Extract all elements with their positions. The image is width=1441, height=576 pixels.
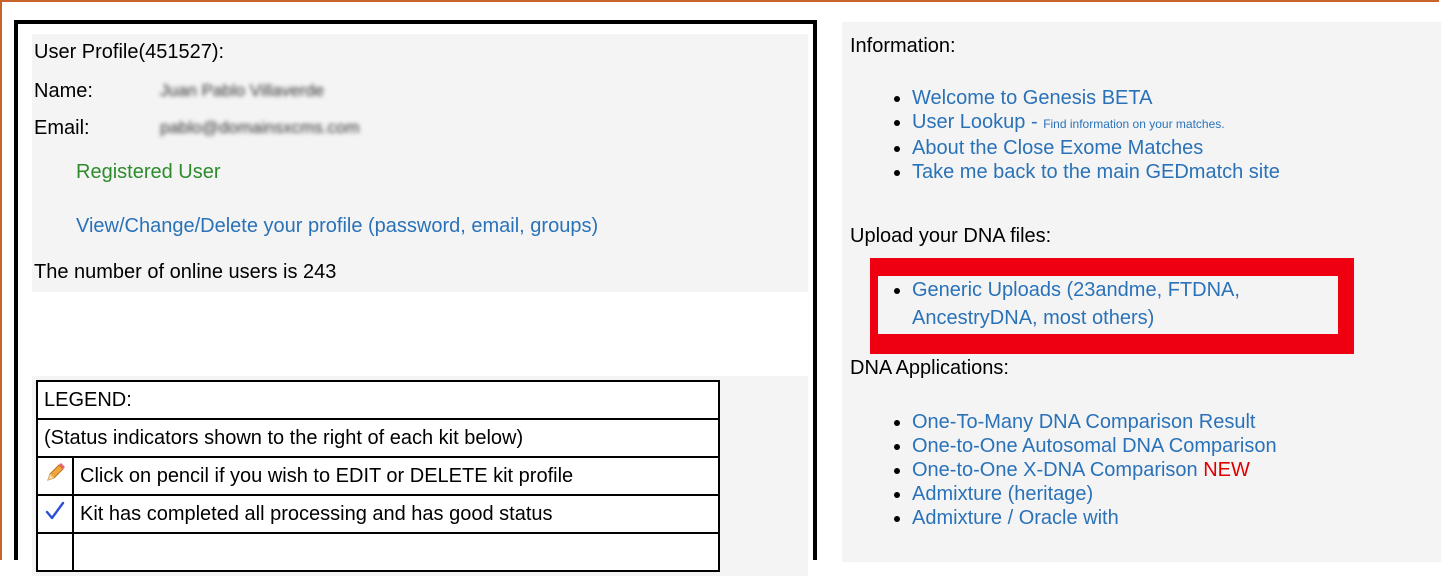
list-item: One-to-One X-DNA Comparison NEW	[894, 458, 1277, 482]
online-users-count: The number of online users is 243	[34, 261, 337, 283]
legend-icon-cell	[36, 494, 74, 534]
menu-panel: Information: Welcome to Genesis BETA Use…	[842, 22, 1441, 562]
checkmark-icon	[45, 501, 65, 520]
new-badge: NEW	[1203, 459, 1250, 481]
email-value: pablo@domainsxcms.com	[160, 118, 360, 137]
user-lookup-link[interactable]: User Lookup	[912, 111, 1025, 133]
legend-text: Kit has completed all processing and has…	[72, 494, 720, 534]
list-item: Admixture / Oracle with	[894, 506, 1277, 530]
legend-header-row: LEGEND:	[36, 380, 720, 420]
legend-subheader-row: (Status indicators shown to the right of…	[36, 418, 720, 458]
user-lookup-separator: -	[1025, 111, 1044, 133]
generic-uploads-link[interactable]: Generic Uploads (23andme, FTDNA,	[912, 279, 1240, 301]
legend-table: LEGEND: (Status indicators shown to the …	[36, 380, 720, 572]
list-item: Generic Uploads (23andme, FTDNA,	[894, 278, 1240, 302]
legend-row: Kit has completed all processing and has…	[36, 494, 720, 534]
registered-user-status: Registered User	[76, 161, 221, 183]
user-panel: User Profile(451527): Name: Juan Pablo V…	[14, 20, 817, 576]
information-links: Welcome to Genesis BETA User Lookup - Fi…	[894, 86, 1280, 184]
name-value: Juan Pablo Villaverde	[160, 81, 325, 100]
close-exome-link[interactable]: About the Close Exome Matches	[912, 137, 1203, 159]
list-item: About the Close Exome Matches	[894, 136, 1280, 160]
one-to-many-link[interactable]: One-To-Many DNA Comparison Result	[912, 411, 1255, 433]
legend-text: Click on pencil if you wish to EDIT or D…	[72, 456, 720, 496]
list-item: Take me back to the main GEDmatch site	[894, 160, 1280, 184]
admixture-oracle-link[interactable]: Admixture / Oracle with	[912, 507, 1119, 529]
list-item: One-To-Many DNA Comparison Result	[894, 410, 1277, 434]
one-to-one-xdna-link[interactable]: One-to-One X-DNA Comparison	[912, 459, 1198, 481]
welcome-link[interactable]: Welcome to Genesis BETA	[912, 87, 1152, 109]
legend-row	[36, 532, 720, 572]
pencil-icon	[47, 463, 65, 481]
list-item: User Lookup - Find information on your m…	[894, 110, 1280, 136]
legend-icon-cell	[36, 532, 74, 572]
legend-header: LEGEND:	[36, 380, 720, 420]
upload-heading: Upload your DNA files:	[850, 225, 1052, 247]
dna-applications-heading: DNA Applications:	[850, 357, 1009, 379]
legend-subheader: (Status indicators shown to the right of…	[36, 418, 720, 458]
generic-uploads-link-line2[interactable]: AncestryDNA, most others)	[912, 306, 1154, 330]
one-to-one-autosomal-link[interactable]: One-to-One Autosomal DNA Comparison	[912, 435, 1277, 457]
dna-application-links: One-To-Many DNA Comparison Result One-to…	[894, 410, 1277, 530]
list-item: Admixture (heritage)	[894, 482, 1277, 506]
legend-icon-cell	[36, 456, 74, 496]
list-item: Welcome to Genesis BETA	[894, 86, 1280, 110]
legend-text	[72, 532, 720, 572]
main-site-link[interactable]: Take me back to the main GEDmatch site	[912, 161, 1280, 183]
upload-links: Generic Uploads (23andme, FTDNA,	[894, 278, 1240, 302]
edit-profile-link[interactable]: View/Change/Delete your profile (passwor…	[76, 214, 598, 238]
profile-title: User Profile(451527):	[34, 41, 225, 63]
list-item: One-to-One Autosomal DNA Comparison	[894, 434, 1277, 458]
user-lookup-note: Find information on your matches.	[1043, 117, 1225, 131]
email-label: Email:	[34, 117, 90, 139]
admixture-heritage-link[interactable]: Admixture (heritage)	[912, 483, 1093, 505]
legend-row: Click on pencil if you wish to EDIT or D…	[36, 456, 720, 496]
information-heading: Information:	[850, 35, 956, 57]
name-label: Name:	[34, 80, 93, 102]
